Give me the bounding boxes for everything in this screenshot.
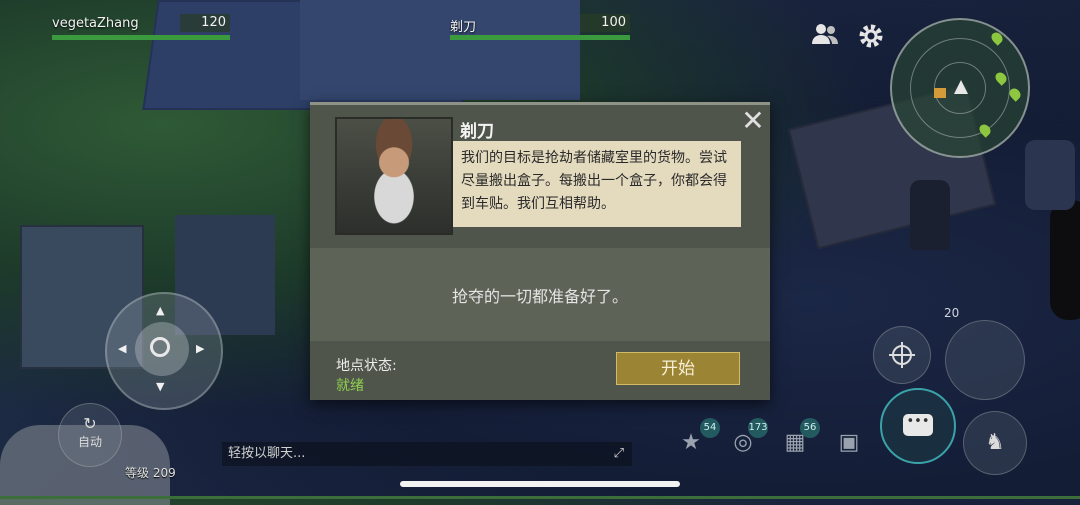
minimap[interactable] bbox=[890, 18, 1030, 158]
backpack-icon[interactable]: ▣ bbox=[834, 428, 864, 458]
arrow-up-icon: ▲ bbox=[156, 304, 165, 317]
skill-value: 20 bbox=[944, 306, 960, 320]
barrel bbox=[1050, 200, 1080, 320]
player-arrow-icon bbox=[954, 80, 968, 94]
map-badge: 56 bbox=[800, 418, 820, 438]
aim-button[interactable] bbox=[873, 326, 931, 384]
arrow-left-icon: ◀ bbox=[118, 342, 127, 355]
crouch-button[interactable]: ♞ bbox=[963, 411, 1027, 475]
expand-icon[interactable]: ⤢ bbox=[614, 442, 624, 466]
chest-icon bbox=[934, 88, 946, 98]
refresh-icon: ↻ bbox=[83, 414, 97, 433]
chat-log bbox=[228, 345, 232, 429]
chat-input[interactable]: 轻按以聊天... ⤢ bbox=[222, 442, 632, 466]
auto-button[interactable]: ↻ 自动 bbox=[58, 403, 122, 467]
raid-dialog: 剃刀 我们的目标是抢劫者储藏室里的货物。尝试尽量搬出盒子。每搬出一个盒子，你都会… bbox=[310, 102, 770, 400]
dialog-header: 剃刀 我们的目标是抢劫者储藏室里的货物。尝试尽量搬出盒子。每搬出一个盒子，你都会… bbox=[310, 105, 770, 248]
close-icon[interactable]: ✕ bbox=[740, 107, 766, 135]
gear-icon[interactable] bbox=[856, 22, 886, 57]
map-marker-icon bbox=[989, 30, 1005, 46]
joystick-center-icon bbox=[150, 337, 170, 357]
player-hp-value: 120 bbox=[180, 14, 230, 32]
coins-badge: 173 bbox=[748, 418, 768, 438]
npc-figure bbox=[910, 180, 950, 250]
rank-badge: 54 bbox=[700, 418, 720, 438]
npc-name: 剃刀 bbox=[460, 122, 494, 142]
player-hp-fill bbox=[52, 35, 230, 40]
location-status-label: 地点状态: bbox=[336, 358, 397, 374]
home-indicator[interactable] bbox=[400, 481, 680, 487]
dialog-footer: 地点状态: 就绪 开始 bbox=[310, 341, 770, 400]
companion-name: 剃刀 bbox=[450, 20, 477, 35]
crouch-icon: ♞ bbox=[985, 430, 1005, 455]
companion-hp-value: 100 bbox=[580, 14, 630, 32]
player-level: 等级 209 bbox=[125, 466, 176, 480]
container-building-2 bbox=[300, 0, 580, 100]
friends-icon[interactable] bbox=[810, 22, 840, 53]
attack-button[interactable] bbox=[945, 320, 1025, 400]
chat-placeholder: 轻按以聊天... bbox=[228, 446, 306, 461]
crosshair-icon bbox=[889, 342, 915, 368]
arrow-right-icon: ▶ bbox=[196, 342, 205, 355]
auto-label: 自动 bbox=[77, 435, 102, 449]
chat-button[interactable]: ••• bbox=[880, 388, 956, 464]
player-name: vegetaZhang bbox=[52, 16, 139, 31]
location-status-value: 就绪 bbox=[336, 378, 364, 394]
speech-bubble: 我们的目标是抢劫者储藏室里的货物。尝试尽量搬出盒子。每搬出一个盒子，你都会得到车… bbox=[453, 141, 741, 227]
arrow-down-icon: ▼ bbox=[156, 380, 165, 393]
npc-figure bbox=[1025, 140, 1075, 210]
start-button[interactable]: 开始 bbox=[616, 352, 740, 385]
ready-message: 抢夺的一切都准备好了。 bbox=[451, 287, 628, 306]
companion-hp-fill bbox=[450, 35, 630, 40]
npc-portrait bbox=[335, 117, 453, 235]
chat-bubble-icon: ••• bbox=[903, 414, 933, 436]
